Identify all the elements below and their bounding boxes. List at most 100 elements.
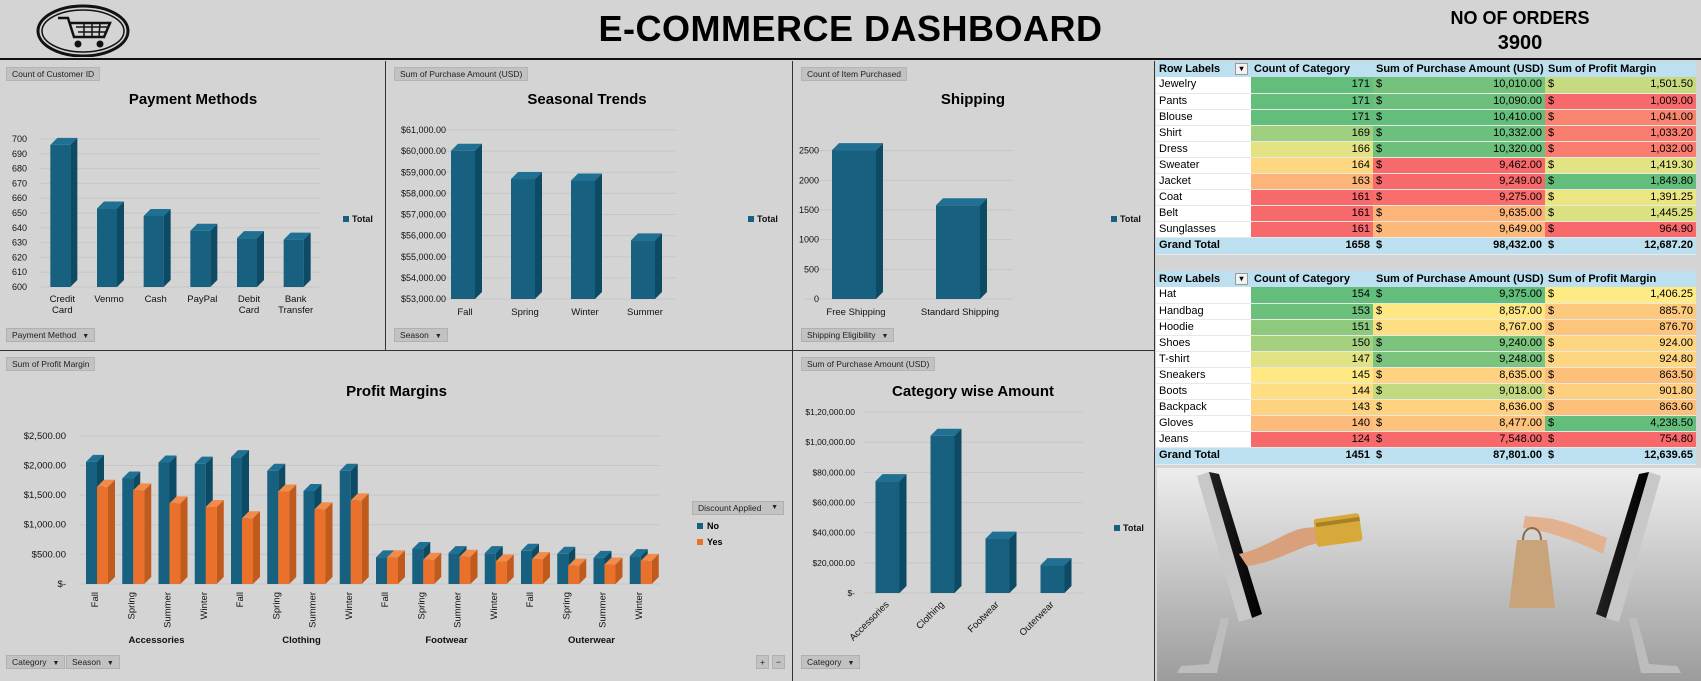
row-label: Dress xyxy=(1156,141,1251,158)
legend-swatch xyxy=(1114,525,1120,531)
column-header: Sum of Profit Margin xyxy=(1545,271,1697,287)
bar-front xyxy=(451,150,475,299)
table-row[interactable]: Gloves 140 $8,477.00 $4,238.50 xyxy=(1156,415,1697,432)
bar-side xyxy=(163,208,171,287)
orders-label: NO OF ORDERS xyxy=(1450,8,1590,28)
expand-button[interactable]: + xyxy=(756,655,769,669)
row-labels-header[interactable]: Row Labels ▾ xyxy=(1156,271,1251,287)
bar-front xyxy=(314,509,326,584)
currency-symbol: $ xyxy=(1373,303,1385,320)
filter-icon[interactable]: ▾ xyxy=(1235,272,1248,285)
x-tick-label: Summer xyxy=(163,592,174,628)
count-cell: 171 xyxy=(1251,109,1373,126)
column-header: Count of Category xyxy=(1251,271,1373,287)
bar-yes xyxy=(205,499,224,584)
table-row[interactable]: Blouse 171 $10,410.00 $1,041.00 xyxy=(1156,109,1697,126)
bar-front xyxy=(832,150,876,299)
season-filter-dropdown[interactable]: Season ▼ xyxy=(66,655,120,669)
category-filter-dropdown[interactable]: Category ▼ xyxy=(6,655,66,669)
y-tick-label: 2000 xyxy=(799,175,819,185)
x-tick-label: Card xyxy=(52,305,73,316)
bar-yes xyxy=(133,483,152,584)
row-label: Hoodie xyxy=(1156,319,1251,336)
table-row[interactable]: Jacket 163 $9,249.00 $1,849.80 xyxy=(1156,173,1697,190)
currency-symbol: $ xyxy=(1373,415,1385,432)
bar-front xyxy=(412,549,424,584)
count-cell: 143 xyxy=(1251,399,1373,416)
x-tick-label: Clothing xyxy=(914,599,946,631)
table-row[interactable]: Jeans 124 $7,548.00 $754.80 xyxy=(1156,431,1697,448)
payment-method-filter-dropdown[interactable]: Payment Method ▼ xyxy=(6,328,96,342)
table-row[interactable]: Belt 161 $9,635.00 $1,445.25 xyxy=(1156,205,1697,222)
collapse-button[interactable]: − xyxy=(772,655,785,669)
table-row[interactable]: Sweater 164 $9,462.00 $1,419.30 xyxy=(1156,157,1697,174)
table-row[interactable]: Pants 171 $10,090.00 $1,009.00 xyxy=(1156,93,1697,110)
amount-cell: 87,801.00 xyxy=(1385,446,1546,465)
row-label: Backpack xyxy=(1156,399,1251,416)
bar xyxy=(283,232,311,287)
bar-side xyxy=(361,493,369,584)
amount-cell: 8,767.00 xyxy=(1385,319,1546,336)
table-row[interactable]: Sneakers 145 $8,635.00 $863.50 xyxy=(1156,367,1697,384)
payment-methods-panel: Count of Customer ID Payment Methods 700… xyxy=(0,61,386,351)
currency-symbol: $ xyxy=(1545,205,1558,222)
table-row[interactable]: Coat 161 $9,275.00 $1,391.25 xyxy=(1156,189,1697,206)
count-cell: 124 xyxy=(1251,431,1373,448)
category-filter-dropdown[interactable]: Category ▼ xyxy=(801,655,861,669)
y-tick-label: $20,000.00 xyxy=(812,558,855,568)
bar-front xyxy=(242,518,253,584)
table-row[interactable]: Shirt 169 $10,332.00 $1,033.20 xyxy=(1156,125,1697,142)
table-row[interactable]: Sunglasses 161 $9,649.00 $964.90 xyxy=(1156,221,1697,238)
discount-applied-filter-dropdown[interactable]: Discount Applied ▼ xyxy=(692,501,784,515)
legend-swatch xyxy=(343,216,349,222)
currency-symbol: $ xyxy=(1373,77,1385,94)
row-label: Shoes xyxy=(1156,335,1251,352)
season-filter-dropdown[interactable]: Season ▼ xyxy=(394,328,448,342)
table-row[interactable]: Handbag 153 $8,857.00 $885.70 xyxy=(1156,303,1697,320)
table-row[interactable]: Jewelry 171 $10,010.00 $1,501.50 xyxy=(1156,77,1697,94)
column-header: Count of Category xyxy=(1251,61,1373,77)
row-label: Grand Total xyxy=(1156,446,1251,465)
profit-cell: 754.80 xyxy=(1557,431,1697,448)
table-row[interactable]: Shoes 150 $9,240.00 $924.00 xyxy=(1156,335,1697,352)
currency-symbol: $ xyxy=(1545,77,1558,94)
profit-cell: 1,009.00 xyxy=(1557,93,1697,110)
amount-cell: 8,477.00 xyxy=(1385,415,1546,432)
profit-cell: 12,639.65 xyxy=(1557,446,1697,465)
bar-front xyxy=(97,208,117,287)
currency-symbol: $ xyxy=(1373,431,1385,448)
table-row[interactable]: Hat 154 $9,375.00 $1,406.25 xyxy=(1156,287,1697,304)
row-label: T-shirt xyxy=(1156,351,1251,368)
bar-side xyxy=(108,479,115,584)
x-tick-label: Spring xyxy=(561,592,572,619)
table-row[interactable]: T-shirt 147 $9,248.00 $924.80 xyxy=(1156,351,1697,368)
x-tick-label: PayPal xyxy=(187,294,217,305)
currency-symbol: $ xyxy=(1373,141,1385,158)
bar-front xyxy=(936,205,980,299)
bar-front xyxy=(376,557,387,584)
category-amount-chart: $1,20,000.00 $1,00,000.00 $80,000.00 $60,00… xyxy=(805,407,1143,643)
count-cell: 161 xyxy=(1251,205,1373,222)
bar-yes xyxy=(314,502,333,584)
filter-icon[interactable]: ▾ xyxy=(1235,62,1248,75)
amount-cell: 8,636.00 xyxy=(1385,399,1546,416)
bar-side xyxy=(325,502,333,584)
table-row[interactable]: Backpack 143 $8,636.00 $863.60 xyxy=(1156,399,1697,416)
table-row[interactable]: Hoodie 151 $8,767.00 $876.70 xyxy=(1156,319,1697,336)
count-cell: 164 xyxy=(1251,157,1373,174)
chevron-down-icon: ▼ xyxy=(771,504,778,511)
table-row[interactable]: Dress 166 $10,320.00 $1,032.00 xyxy=(1156,141,1697,158)
currency-symbol: $ xyxy=(1545,287,1558,304)
amount-cell: 10,332.00 xyxy=(1385,125,1546,142)
shipping-eligibility-filter-dropdown[interactable]: Shipping Eligibility ▼ xyxy=(801,328,895,342)
y-tick-label: 650 xyxy=(12,208,27,218)
x-tick-label: Venmo xyxy=(94,294,124,305)
row-label: Jewelry xyxy=(1156,77,1251,94)
table-row[interactable]: Boots 144 $9,018.00 $901.80 xyxy=(1156,383,1697,400)
column-header: Sum of Purchase Amount (USD) xyxy=(1373,271,1546,287)
row-labels-header[interactable]: Row Labels ▾ xyxy=(1156,61,1251,77)
bar-front xyxy=(593,557,605,584)
bar-front xyxy=(267,470,279,584)
profit-cell: 1,391.25 xyxy=(1557,189,1697,206)
profit-cell: 885.70 xyxy=(1557,303,1697,320)
